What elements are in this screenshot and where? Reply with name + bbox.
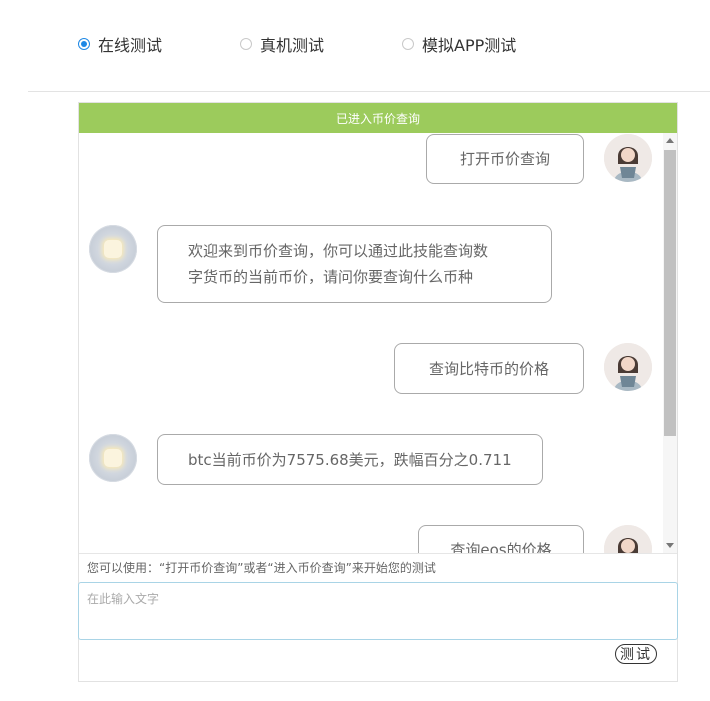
chat-log[interactable]: 打开币价查询 欢迎来到币价查询，你可以通过此技能查询数 字货币的当前币价，请问你…	[79, 133, 677, 553]
tab-label: 在线测试	[98, 36, 163, 55]
radio-icon[interactable]	[240, 38, 252, 50]
test-button[interactable]: 测试	[615, 644, 657, 664]
user-avatar	[604, 134, 652, 182]
user-avatar	[604, 525, 652, 553]
bot-avatar	[89, 225, 137, 273]
usage-hint: 您可以使用：“打开币价查询”或者“进入币价查询”来开始您的测试	[79, 553, 677, 581]
scrollbar-thumb[interactable]	[664, 150, 676, 436]
radio-selected-icon[interactable]	[78, 38, 90, 50]
bot-message-line: btc当前币价为7575.68美元，跌幅百分之0.711	[188, 450, 512, 469]
panel-status-header: 已进入币价查询	[79, 103, 677, 133]
user-message: 查询比特币的价格	[394, 343, 584, 394]
tab-app-simulation-test[interactable]: 模拟APP测试	[402, 32, 516, 56]
tab-label: 模拟APP测试	[422, 36, 517, 55]
divider	[28, 91, 710, 92]
user-avatar-icon	[604, 525, 652, 553]
bot-avatar	[89, 434, 137, 482]
bot-message-line: 欢迎来到币价查询，你可以通过此技能查询数	[188, 242, 489, 260]
user-message: 查询eos的价格	[418, 525, 584, 553]
bot-message: btc当前币价为7575.68美元，跌幅百分之0.711	[157, 434, 543, 485]
scroll-down-icon[interactable]	[666, 543, 674, 548]
user-avatar-icon	[604, 343, 652, 391]
test-mode-tabs: 在线测试 真机测试 模拟APP测试	[0, 0, 710, 92]
tab-online-test[interactable]: 在线测试	[78, 32, 162, 56]
bot-message: 欢迎来到币价查询，你可以通过此技能查询数 字货币的当前币价，请问你要查询什么币种	[157, 225, 552, 303]
scroll-up-icon[interactable]	[666, 138, 674, 143]
user-avatar	[604, 343, 652, 391]
tab-label: 真机测试	[260, 36, 325, 55]
message-input[interactable]	[78, 582, 678, 640]
radio-icon[interactable]	[402, 38, 414, 50]
chat-panel: 已进入币价查询 打开币价查询 欢迎来到币价查询，你可以通过此技能查询数 字货币的…	[78, 102, 678, 682]
user-message: 打开币价查询	[426, 134, 584, 184]
tab-device-test[interactable]: 真机测试	[240, 32, 324, 56]
bot-message-line: 字货币的当前币价，请问你要查询什么币种	[188, 268, 474, 286]
user-avatar-icon	[604, 134, 652, 182]
chat-scrollbar[interactable]	[663, 133, 677, 553]
